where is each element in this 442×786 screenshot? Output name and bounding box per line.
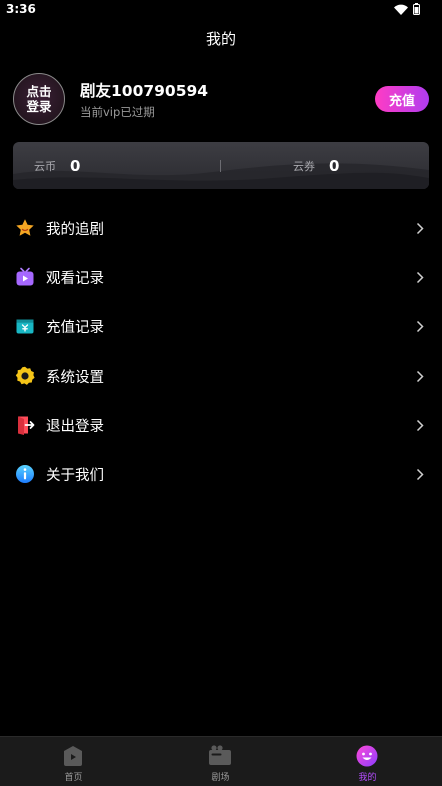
login-avatar-button[interactable]: 点击 登录 [13, 73, 65, 125]
nav-mine[interactable]: 我的 [294, 737, 441, 786]
menu-item-system-settings[interactable]: 系统设置 [0, 351, 442, 400]
menu-item-label: 观看记录 [46, 271, 104, 288]
status-time: 3:36 [6, 2, 36, 16]
profile-screen: 3:36 我的 点击 登录 剧友100790594 当前vip已过期 充值 云币… [0, 0, 442, 786]
avatar-text-line2: 登录 [26, 99, 52, 114]
nav-home-label: 首页 [64, 773, 83, 783]
menu-item-label: 退出登录 [46, 418, 104, 435]
gear-icon [15, 366, 35, 385]
wifi-icon [394, 4, 408, 15]
menu-item-label: 系统设置 [46, 369, 104, 386]
smiley-icon [356, 745, 378, 767]
status-icons [394, 3, 420, 15]
nav-theater[interactable]: 剧场 [147, 737, 294, 786]
coin-value: 0 [70, 156, 81, 175]
star-icon [16, 219, 34, 236]
balance-card: 云币 0 云券 0 [13, 142, 429, 189]
tv-play-icon [16, 267, 34, 286]
coin-balance[interactable]: 云币 0 [34, 142, 80, 189]
chevron-right-icon [416, 272, 424, 284]
menu-item-logout[interactable]: 退出登录 [0, 400, 442, 449]
menu-item-label: 我的追剧 [46, 222, 104, 238]
bottom-nav: 首页 剧场 我的 [0, 736, 442, 786]
menu-item-label: 充值记录 [46, 320, 104, 337]
page-title: 我的 [205, 30, 236, 48]
coupon-value: 0 [329, 156, 340, 175]
chevron-right-icon [416, 222, 424, 235]
nav-home[interactable]: 首页 [0, 737, 147, 786]
avatar-text-line1: 点击 [26, 84, 52, 99]
battery-icon [413, 3, 420, 15]
vip-status: 当前vip已过期 [80, 105, 155, 119]
nav-theater-label: 剧场 [211, 773, 230, 783]
info-icon [16, 464, 34, 483]
menu-item-recharge-history[interactable]: 充值记录 [0, 301, 442, 350]
chevron-right-icon [416, 321, 424, 333]
home-play-icon [64, 746, 82, 766]
status-bar: 3:36 [0, 0, 442, 20]
coin-label: 云币 [34, 159, 56, 173]
menu-item-watch-history[interactable]: 观看记录 [0, 252, 442, 301]
logout-icon [18, 416, 35, 435]
username: 剧友100790594 [80, 82, 209, 100]
chevron-right-icon [416, 468, 424, 480]
chevron-right-icon [416, 370, 424, 382]
menu-item-my-dramas[interactable]: 我的追剧 [0, 203, 442, 252]
balance-divider [220, 160, 221, 172]
theater-icon [209, 745, 231, 765]
coupon-balance[interactable]: 云券 0 [293, 142, 339, 189]
recharge-button[interactable]: 充值 [375, 86, 429, 112]
menu-item-about-us[interactable]: 关于我们 [0, 449, 442, 498]
menu-item-label: 关于我们 [46, 467, 104, 484]
settings-menu: 我的追剧 观看记录 充值记录 系统设置 退出登录 关于我们 [0, 203, 442, 498]
chevron-right-icon [416, 419, 424, 431]
wallet-icon [16, 319, 34, 334]
coupon-label: 云券 [293, 159, 315, 173]
nav-mine-label: 我的 [358, 773, 377, 783]
